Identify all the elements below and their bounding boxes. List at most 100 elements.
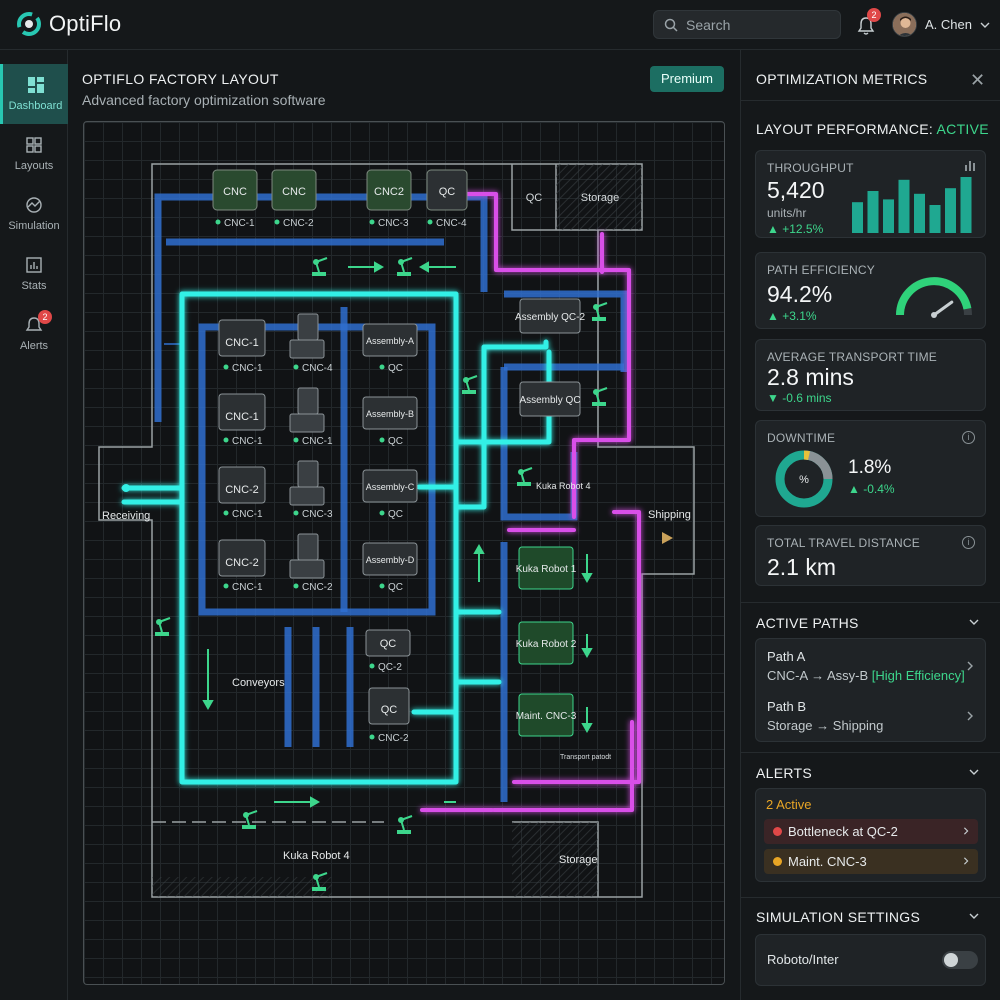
metrics-panel: OPTIMIZATION METRICS ✕ LAYOUT PERFORMANC… [740,50,1000,1000]
assembly-label[interactable]: Assembly-A [366,336,414,346]
machine-cnc-1[interactable]: CNC [223,186,247,198]
chevron-right-icon[interactable] [966,711,974,721]
user-menu[interactable]: A. Chen [892,12,990,37]
divider [741,752,1000,753]
machine-tag: CNC-4 [436,218,467,229]
assembly-label[interactable]: Assembly-C [366,482,415,492]
sidebar: Dashboard Layouts Simulation Stats 2 Ale… [0,50,68,1000]
transport-time-card[interactable]: AVERAGE TRANSPORT TIME 2.8 mins ▼ -0.6 m… [755,339,986,411]
throughput-bar [883,199,894,233]
stats-icon [26,257,42,273]
kuka-robot4-label: Kuka Robot 4 [536,481,591,491]
machine-tag: CNC-1 [232,363,263,374]
path-from: Storage [767,718,813,733]
card-value: 1.8% [848,457,892,478]
notifications-button[interactable]: 2 [857,8,881,36]
throughput-sparkbars [852,177,972,233]
app-logo[interactable]: OptiFlo [16,11,121,37]
machine-tag: CNC-3 [302,509,333,520]
throughput-card[interactable]: THROUGHPUT 5,420 units/hr ▲ +12.5% [755,150,986,238]
info-icon[interactable]: i [962,536,975,549]
search-input[interactable]: Search [653,10,841,39]
sidebar-item-alerts[interactable]: 2 Alerts [0,304,68,364]
sidebar-item-layouts[interactable]: Layouts [0,124,68,184]
divider [741,897,1000,898]
performance-status: ACTIVE [936,121,989,137]
factory-layout-canvas[interactable]: CNC CNC CNC2 QC CNC-1 CNC-2 CNC-3 CNC-4 … [83,121,725,985]
dashboard-icon [27,77,44,93]
simulation-icon [26,197,42,213]
donut-center: % [799,474,809,486]
info-icon[interactable]: i [962,431,975,444]
card-label: THROUGHPUT [767,161,854,175]
card-delta: ▲ +3.1% [767,309,817,323]
card-label: PATH EFFICIENCY [767,263,875,277]
close-icon[interactable]: ✕ [970,70,985,91]
path-item-a[interactable]: Path A CNC-A → Assy-B [High Efficiency] [767,649,965,683]
divider [741,100,1000,101]
efficiency-gauge [896,277,972,318]
machine-cnc-3[interactable]: CNC2 [374,186,404,198]
assembly-qc-label[interactable]: Assembly QC [519,395,580,406]
assembly-label[interactable]: Assembly-D [366,555,415,565]
toggle-label: Roboto/Inter [767,952,839,967]
chevron-right-icon [964,827,969,835]
sidebar-item-simulation[interactable]: Simulation [0,184,68,244]
alert-item-bottleneck[interactable]: Bottleneck at QC-2 [764,819,978,844]
station-label[interactable]: Maint. CNC-3 [516,711,577,722]
machine-tag: CNC-1 [232,582,263,593]
chevron-down-icon[interactable] [969,617,979,627]
machine-qc-top[interactable]: QC [439,186,456,198]
downtime-donut: % [775,450,833,508]
assembly-label[interactable]: Assembly-B [366,409,414,419]
warning-icon [773,857,782,866]
premium-button[interactable]: Premium [650,66,724,92]
alerts-card: 2 Active Bottleneck at QC-2 Maint. CNC-3 [755,788,986,882]
qc-label[interactable]: QC [381,704,398,716]
machine-tag: QC-2 [378,662,402,673]
downtime-card[interactable]: DOWNTIME i % 1.8% ▲ -0.4% [755,420,986,517]
card-label: TOTAL TRAVEL DISTANCE [767,536,920,550]
machine-label[interactable]: CNC-2 [225,557,259,569]
chevron-right-icon [964,857,969,865]
station-label[interactable]: Kuka Robot 1 [516,564,577,575]
storage-bottom-label: Storage [559,854,598,866]
search-placeholder: Search [686,16,731,33]
card-value: 94.2% [767,281,833,307]
alert-item-maintenance[interactable]: Maint. CNC-3 [764,849,978,874]
qc-label[interactable]: QC [380,638,397,650]
station-label[interactable]: Kuka Robot 2 [516,639,577,650]
chevron-right-icon[interactable] [966,661,974,671]
travel-distance-card[interactable]: TOTAL TRAVEL DISTANCE i 2.1 km [755,525,986,586]
machine-tag: CNC-1 [302,436,333,447]
chevron-down-icon [980,22,990,28]
divider [741,602,1000,603]
throughput-bar [914,193,925,233]
machine-cnc-2[interactable]: CNC [282,186,306,198]
assembly-qc2-label[interactable]: Assembly QC-2 [515,312,585,323]
path-tag: [High Efficiency] [871,668,965,683]
main-content: OPTIFLO FACTORY LAYOUT Advanced factory … [68,50,740,1000]
sidebar-item-stats[interactable]: Stats [0,244,68,304]
chevron-down-icon[interactable] [969,911,979,921]
layouts-icon [26,137,42,153]
machine-label[interactable]: CNC-1 [225,411,259,423]
layout-performance-title: LAYOUT PERFORMANCE: ACTIVE [756,121,989,137]
path-efficiency-card[interactable]: PATH EFFICIENCY 94.2% ▲ +3.1% [755,252,986,329]
path-name: Path A [767,649,806,664]
card-delta: ▲ +12.5% [767,222,824,236]
machine-label[interactable]: CNC-1 [225,337,259,349]
path-route: Storage → Shipping [767,718,884,733]
sidebar-item-dashboard[interactable]: Dashboard [0,64,68,124]
simulation-toggle[interactable] [942,951,978,969]
machine-tag: QC [388,582,403,593]
throughput-bar [945,188,956,233]
alerts-count: 2 Active [766,797,812,812]
notification-badge: 2 [867,8,881,22]
error-icon [773,827,782,836]
machine-label[interactable]: CNC-2 [225,484,259,496]
path-item-b[interactable]: Path B Storage → Shipping [767,699,883,733]
sidebar-item-label: Dashboard [8,100,63,112]
sidebar-item-label: Simulation [8,220,60,232]
chevron-down-icon[interactable] [969,767,979,777]
